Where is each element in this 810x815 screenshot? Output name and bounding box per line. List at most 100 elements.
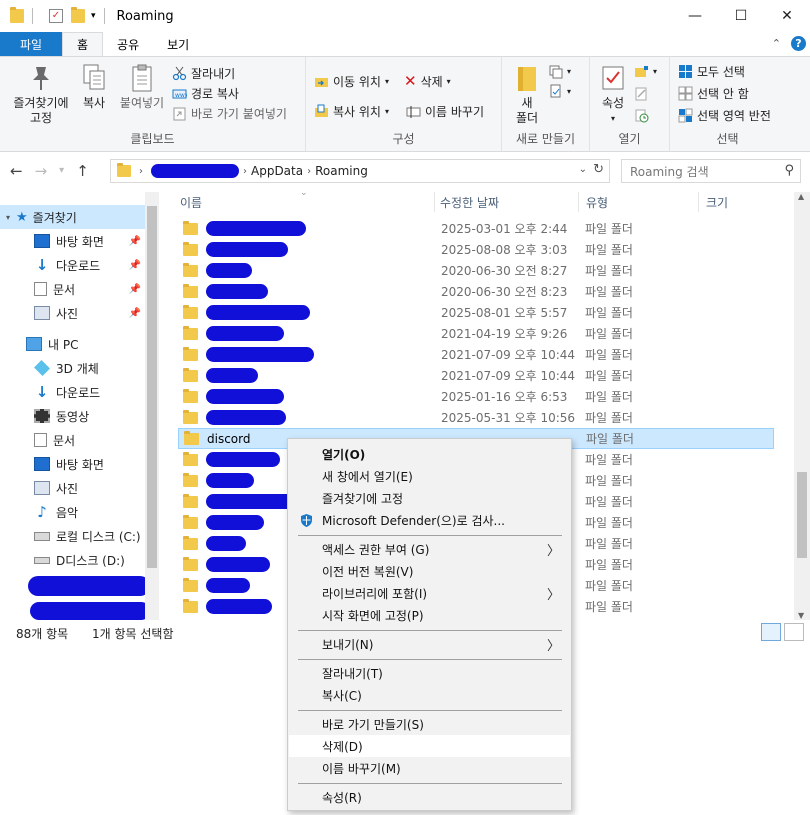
pin-icon[interactable]: 📌	[129, 236, 141, 247]
menu-item-open-new-window[interactable]: 새 창에서 열기(E)	[289, 465, 570, 487]
up-arrow-icon[interactable]: ↑	[76, 162, 89, 180]
menu-item-cut[interactable]: 잘라내기(T)	[289, 662, 570, 684]
file-list-scrollbar[interactable]: ▲ ▼	[794, 192, 810, 620]
menu-item-include-library[interactable]: 라이브러리에 포함(I) 〉	[289, 582, 570, 604]
nav-item-documents[interactable]: 문서 📌	[0, 277, 145, 301]
delete-button[interactable]: ✕ 삭제 ▾	[404, 71, 451, 91]
history-button[interactable]	[634, 105, 649, 125]
tab-share[interactable]: 공유	[103, 32, 153, 56]
new-folder-icon[interactable]	[71, 7, 85, 23]
nav-item-pictures[interactable]: 사진 📌	[0, 301, 145, 325]
table-row[interactable]: 2020-06-30 오전 8:23 파일 폴더	[178, 281, 774, 302]
tab-view[interactable]: 보기	[153, 32, 203, 56]
table-row[interactable]: 2025-05-31 오후 10:56 파일 폴더	[178, 407, 774, 428]
column-header-date[interactable]: 수정한 날짜	[440, 192, 499, 212]
column-header-size[interactable]: 크기	[706, 192, 728, 212]
paste-shortcut-button[interactable]: 바로 가기 붙여넣기	[172, 103, 287, 123]
rename-button[interactable]: 이름 바꾸기	[406, 101, 484, 121]
new-item-button[interactable]: ▾	[548, 61, 571, 81]
table-row[interactable]: 2021-04-19 오후 9:26 파일 폴더	[178, 323, 774, 344]
menu-item-delete[interactable]: 삭제(D)	[289, 735, 570, 757]
breadcrumb-roaming[interactable]: Roaming	[315, 164, 368, 178]
nav-item-3d-objects[interactable]: 3D 개체	[0, 356, 145, 380]
nav-scrollbar[interactable]	[145, 192, 159, 620]
large-icons-view-button[interactable]	[784, 623, 804, 641]
pin-icon[interactable]: 📌	[129, 260, 141, 271]
table-row[interactable]: 2021-07-09 오후 10:44 파일 폴더	[178, 344, 774, 365]
nav-item-videos[interactable]: 동영상	[0, 404, 145, 428]
pin-icon[interactable]: 📌	[129, 308, 141, 319]
pin-to-quick-access-button[interactable]: 즐겨찾기에 고정	[8, 63, 74, 126]
column-header-name[interactable]: 이름	[180, 192, 202, 212]
address-input[interactable]: › › AppData › Roaming ⌄ ↻	[110, 159, 610, 183]
nav-item-pc-documents[interactable]: 문서	[0, 428, 145, 452]
column-header-type[interactable]: 유형	[586, 192, 608, 212]
nav-item-this-pc[interactable]: 내 PC	[0, 332, 145, 356]
menu-item-rename[interactable]: 이름 바꾸기(M)	[289, 757, 570, 779]
easy-access-button[interactable]: ▾	[548, 81, 571, 101]
file-list-scroll-thumb[interactable]	[797, 472, 807, 558]
breadcrumb-chevron-icon[interactable]: ›	[243, 166, 247, 177]
new-folder-button[interactable]: 새 폴더	[512, 63, 542, 126]
address-dropdown-icon[interactable]: ⌄	[579, 164, 587, 175]
nav-item-local-disk-c[interactable]: 로컬 디스크 (C:)	[0, 524, 145, 548]
table-row[interactable]: 2025-01-16 오후 6:53 파일 폴더	[178, 386, 774, 407]
table-row[interactable]: 2025-08-08 오후 3:03 파일 폴더	[178, 239, 774, 260]
tab-file[interactable]: 파일	[0, 32, 62, 56]
table-row[interactable]: 2020-06-30 오전 8:27 파일 폴더	[178, 260, 774, 281]
nav-item-music[interactable]: ♪ 음악	[0, 500, 145, 524]
nav-item-pc-desktop[interactable]: 바탕 화면	[0, 452, 145, 476]
nav-item-disk-d[interactable]: D디스크 (D:)	[0, 548, 145, 572]
scroll-up-arrow-icon[interactable]: ▲	[798, 192, 804, 201]
menu-item-create-shortcut[interactable]: 바로 가기 만들기(S)	[289, 713, 570, 735]
select-none-button[interactable]: 선택 안 함	[678, 83, 749, 103]
table-row[interactable]: 2025-03-01 오후 2:44 파일 폴더	[178, 218, 774, 239]
collapse-chevron-icon[interactable]: ▾	[6, 213, 10, 222]
nav-item-pc-pictures[interactable]: 사진	[0, 476, 145, 500]
select-all-button[interactable]: 모두 선택	[678, 61, 745, 81]
column-divider[interactable]	[434, 192, 435, 212]
nav-item-downloads[interactable]: ↓ 다운로드 📌	[0, 253, 145, 277]
breadcrumb-chevron-icon[interactable]: ›	[307, 166, 311, 177]
minimize-button[interactable]: —	[672, 0, 718, 32]
recent-locations-chevron-icon[interactable]: ▾	[59, 165, 64, 180]
menu-item-restore-versions[interactable]: 이전 버전 복원(V)	[289, 560, 570, 582]
properties-check-icon[interactable]: ✓	[49, 9, 63, 23]
menu-item-pin-favorites[interactable]: 즐겨찾기에 고정	[289, 487, 570, 509]
nav-scroll-thumb[interactable]	[147, 206, 157, 568]
copy-path-button[interactable]: www 경로 복사	[172, 83, 239, 103]
cut-button[interactable]: 잘라내기	[172, 63, 235, 83]
column-divider[interactable]	[698, 192, 699, 212]
forward-arrow-icon[interactable]: →	[35, 162, 48, 180]
open-button[interactable]: ▾	[634, 61, 657, 81]
pin-icon[interactable]: 📌	[129, 284, 141, 295]
menu-item-properties[interactable]: 속성(R)	[289, 786, 570, 808]
expand-ribbon-icon[interactable]: ⌃	[772, 37, 781, 50]
menu-item-defender-scan[interactable]: Microsoft Defender(으)로 검사...	[289, 509, 570, 531]
paste-button[interactable]: 붙여넣기	[116, 63, 168, 111]
breadcrumb-appdata[interactable]: AppData	[251, 164, 303, 178]
table-row[interactable]: 2021-07-09 오후 10:44 파일 폴더	[178, 365, 774, 386]
menu-item-pin-start[interactable]: 시작 화면에 고정(P)	[289, 604, 570, 626]
back-arrow-icon[interactable]: ←	[10, 162, 23, 180]
nav-item-quick-access[interactable]: ▾ ★ 즐겨찾기	[0, 205, 145, 229]
properties-button[interactable]: 속성 ▾	[596, 63, 630, 126]
customize-quick-access-chevron-icon[interactable]: ▾	[91, 11, 96, 21]
copy-button[interactable]: 복사	[78, 63, 110, 111]
menu-item-give-access[interactable]: 액세스 권한 부여 (G) 〉	[289, 538, 570, 560]
nav-item-pc-downloads[interactable]: ↓ 다운로드	[0, 380, 145, 404]
invert-selection-button[interactable]: 선택 영역 반전	[678, 105, 771, 125]
maximize-button[interactable]: ☐	[718, 0, 764, 32]
copy-to-button[interactable]: 복사 위치 ▾	[314, 101, 389, 121]
close-button[interactable]: ✕	[764, 0, 810, 32]
move-to-button[interactable]: 이동 위치 ▾	[314, 71, 389, 91]
menu-item-copy[interactable]: 복사(C)	[289, 684, 570, 706]
tab-home[interactable]: 홈	[62, 32, 104, 56]
help-icon[interactable]: ?	[791, 36, 806, 51]
column-divider[interactable]	[578, 192, 579, 212]
nav-item-desktop[interactable]: 바탕 화면 📌	[0, 229, 145, 253]
scroll-down-arrow-icon[interactable]: ▼	[798, 611, 804, 620]
table-row[interactable]: 2025-08-01 오후 5:57 파일 폴더	[178, 302, 774, 323]
edit-button[interactable]	[634, 83, 649, 103]
breadcrumb-chevron-icon[interactable]: ›	[139, 166, 143, 177]
